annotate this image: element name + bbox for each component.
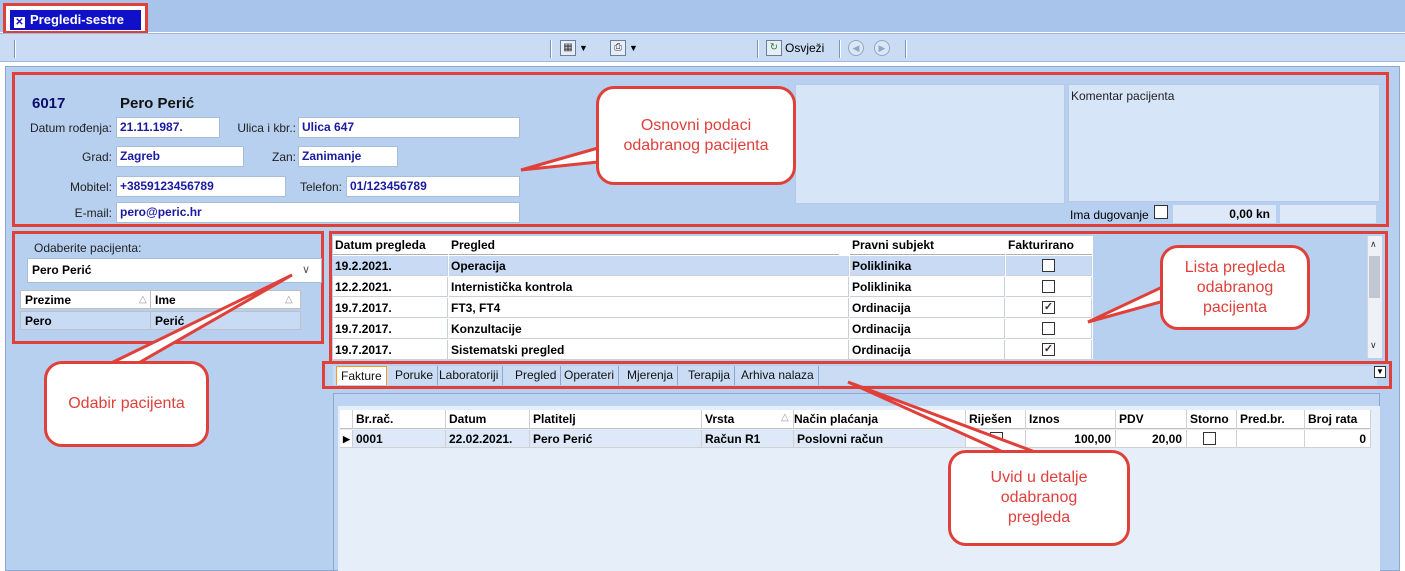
pointer-select	[106, 273, 293, 367]
callout-patient-select: Odabir pacijenta	[44, 361, 209, 447]
callout-exam-details: Uvid u detalje odabranog pregleda	[948, 450, 1130, 546]
pointer-details	[847, 380, 1036, 454]
pointer-info	[520, 146, 600, 172]
callout-exam-list: Lista pregleda odabranog pacijenta	[1160, 245, 1310, 330]
callout-patient-info: Osnovni podaci odabranog pacijenta	[596, 86, 796, 185]
